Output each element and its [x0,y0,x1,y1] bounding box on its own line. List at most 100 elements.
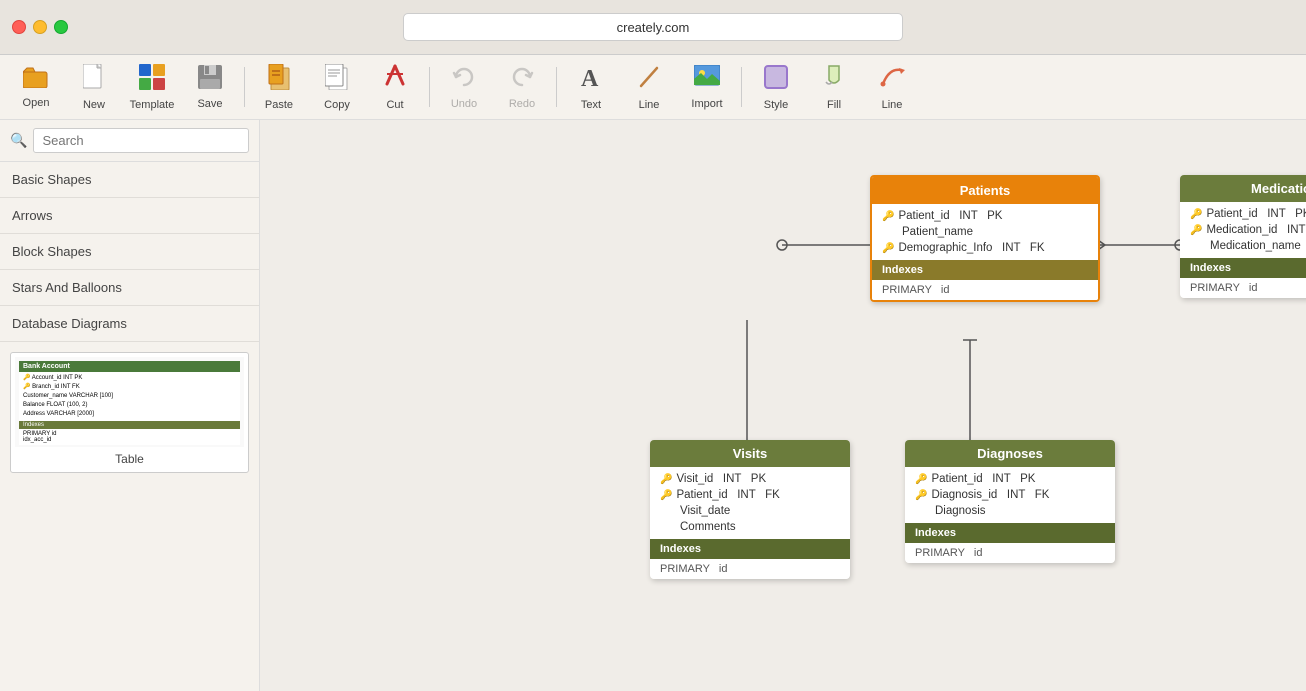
block-shapes-label: Block Shapes [12,244,92,259]
undo-button[interactable]: Undo [436,59,492,115]
maximize-button[interactable] [54,20,68,34]
table-row: Visit_date [650,503,850,519]
fill-button[interactable]: Fill [806,59,862,115]
main-area: 🔍 Basic Shapes Arrows Block Shapes Stars… [0,120,1306,691]
table-row: Medication_name [1180,238,1306,254]
line-button[interactable]: Line [621,59,677,115]
open-button[interactable]: Open [8,59,64,115]
separator-4 [741,67,742,107]
cut-button[interactable]: Cut [367,59,423,115]
titlebar: creately.com [0,0,1306,55]
table-diagnoses[interactable]: Diagnoses 🔑 Patient_id INT PK 🔑 Diagnosi… [905,440,1115,563]
template-button[interactable]: Template [124,59,180,115]
redo-label: Redo [509,98,535,110]
table-row: 🔑 Medication_id INT FK [1180,222,1306,238]
text-label: Text [581,99,601,111]
save-button[interactable]: Save [182,59,238,115]
diagnoses-indexes-body: PRIMARY id [905,543,1115,563]
key-icon: 🔑 [915,490,927,501]
table-row: Comments [650,519,850,535]
patients-indexes-header: Indexes [872,260,1098,280]
template-label: Template [130,99,175,111]
template-thumbnail[interactable]: Bank Account 🔑 Account_id INT PK 🔑 Branc… [10,352,249,473]
table-patients[interactable]: Patients 🔑 Patient_id INT PK Patient_nam… [870,175,1100,302]
minimize-button[interactable] [33,20,47,34]
sidebar-item-basic-shapes[interactable]: Basic Shapes [0,162,259,198]
window-controls [12,20,68,34]
key-icon: 🔑 [660,474,672,485]
search-icon: 🔍 [10,132,27,149]
patients-header: Patients [872,177,1098,204]
paste-icon [267,64,291,96]
table-row: Diagnosis [905,503,1115,519]
visits-header: Visits [650,440,850,467]
sidebar-item-block-shapes[interactable]: Block Shapes [0,234,259,270]
cut-icon [383,64,407,96]
canvas[interactable]: Patients 🔑 Patient_id INT PK Patient_nam… [260,120,1306,691]
table-row: Patient_name [872,224,1098,240]
import-icon [694,65,720,95]
svg-text:A: A [581,66,599,90]
table-medication[interactable]: Medication 🔑 Patient_id INT PK 🔑 Medicat… [1180,175,1306,298]
undo-label: Undo [451,98,477,110]
import-label: Import [691,98,722,110]
key-icon: 🔑 [1190,209,1202,220]
separator-2 [429,67,430,107]
style-icon [763,64,789,96]
text-button[interactable]: A Text [563,59,619,115]
sidebar-item-stars-balloons[interactable]: Stars And Balloons [0,270,259,306]
search-box: 🔍 [0,120,259,162]
url-text: creately.com [617,20,690,35]
medication-header: Medication [1180,175,1306,202]
line-icon [637,64,661,96]
visits-indexes-body: PRIMARY id [650,559,850,579]
search-input[interactable] [33,128,249,153]
table-row: 🔑 Diagnosis_id INT FK [905,487,1115,503]
redo-button[interactable]: Redo [494,59,550,115]
sidebar-item-arrows[interactable]: Arrows [0,198,259,234]
copy-icon [325,64,349,96]
table-visits[interactable]: Visits 🔑 Visit_id INT PK 🔑 Patient_id IN… [650,440,850,579]
paste-button[interactable]: Paste [251,59,307,115]
key-icon: 🔑 [1190,225,1202,236]
diagnoses-body: 🔑 Patient_id INT PK 🔑 Diagnosis_id INT F… [905,467,1115,523]
copy-button[interactable]: Copy [309,59,365,115]
new-label: New [83,99,105,111]
fill-label: Fill [827,99,841,111]
key-icon: 🔑 [882,211,894,222]
new-button[interactable]: New [66,59,122,115]
template-thumb-label: Table [15,447,244,468]
separator-3 [556,67,557,107]
sidebar-item-database-diagrams[interactable]: Database Diagrams [0,306,259,342]
line-label: Line [639,99,660,111]
fill-icon [821,64,847,96]
redo-icon [510,65,534,95]
text-icon: A [579,64,603,96]
drawline-icon [879,64,905,96]
toolbar: Open New Template Save Paste Copy C [0,55,1306,120]
undo-icon [452,65,476,95]
open-label: Open [23,97,50,109]
key-icon: 🔑 [915,474,927,485]
medication-indexes-header: Indexes [1180,258,1306,278]
database-diagrams-label: Database Diagrams [12,316,127,331]
drawline-button[interactable]: Line [864,59,920,115]
patients-body: 🔑 Patient_id INT PK Patient_name 🔑 Demog… [872,204,1098,260]
paste-label: Paste [265,99,293,111]
table-row: 🔑 Visit_id INT PK [650,471,850,487]
thumb-preview: Bank Account 🔑 Account_id INT PK 🔑 Branc… [15,357,244,447]
table-row: 🔑 Patient_id INT PK [872,208,1098,224]
medication-body: 🔑 Patient_id INT PK 🔑 Medication_id INT … [1180,202,1306,258]
import-button[interactable]: Import [679,59,735,115]
basic-shapes-label: Basic Shapes [12,172,92,187]
address-bar[interactable]: creately.com [403,13,903,41]
style-button[interactable]: Style [748,59,804,115]
diagnoses-indexes-header: Indexes [905,523,1115,543]
new-icon [83,64,105,96]
close-button[interactable] [12,20,26,34]
open-icon [23,66,49,94]
separator-1 [244,67,245,107]
table-row: 🔑 Patient_id INT FK [650,487,850,503]
drawline-label: Line [882,99,903,111]
cut-label: Cut [386,99,403,111]
